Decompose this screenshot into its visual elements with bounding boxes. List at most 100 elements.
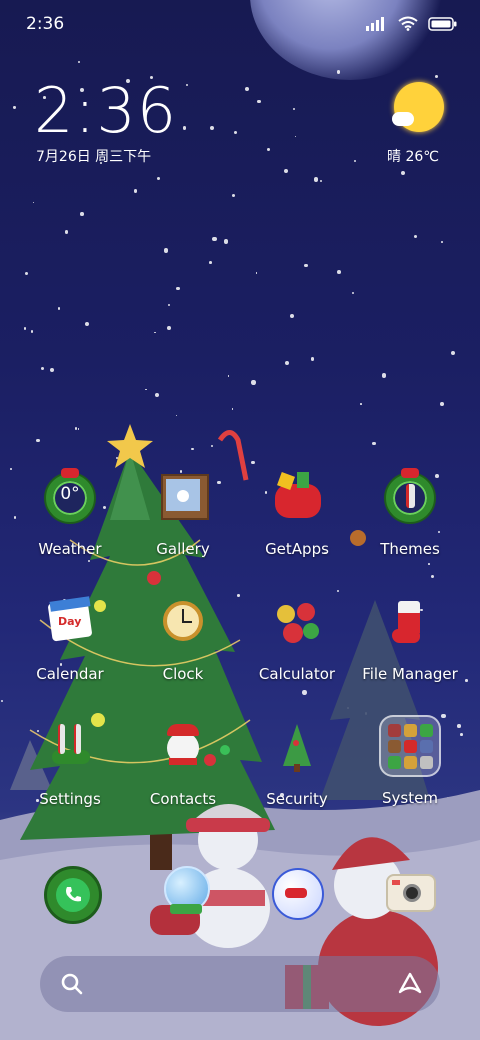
app-themes[interactable]: Themes [355,468,465,586]
ornaments-icon [269,595,325,651]
app-label: Gallery [156,540,210,558]
app-label: Contacts [149,790,217,808]
snowflake [434,74,439,78]
snowflake [255,272,258,274]
snowflake [212,236,217,242]
snowflake [353,160,356,163]
wifi-icon [398,16,418,31]
snowflake [13,106,16,109]
snowflake [257,99,261,104]
snowflake [64,230,69,234]
weather-widget[interactable]: 晴 26℃ [384,82,454,172]
snowflake [292,107,296,111]
app-label: Themes [380,540,440,558]
phone-wreath-icon [44,866,102,924]
app-security[interactable]: Security [242,720,352,836]
search-bar[interactable] [40,956,440,1012]
snowflake [157,176,161,180]
cellular-signal-icon [366,16,384,31]
snowflake [32,201,35,204]
snowflake [310,357,314,361]
snowflake [24,272,28,276]
snowflake [30,330,34,334]
snowflake [283,168,288,174]
status-bar: 2:36 [0,0,480,50]
app-label: System [382,789,438,807]
snowflake [154,393,160,398]
snowflake [209,260,212,264]
snowflake [182,126,187,130]
snowflake [244,86,250,92]
app-label: Calculator [258,665,336,683]
snowflake [185,84,188,87]
app-gallery[interactable]: Gallery [128,470,238,586]
weather-text: 晴 26℃ [387,149,439,165]
snowflake [319,180,323,183]
snowflake [285,360,290,365]
dock-phone[interactable] [44,866,102,924]
snowflake [451,350,456,355]
app-weather[interactable]: 0° Weather [15,468,125,586]
snowflake [210,125,215,130]
app-contacts[interactable]: Contacts [128,720,238,836]
weather-icon-temp: 0° [60,484,80,504]
snowflake [84,321,89,326]
battery-icon [428,16,457,31]
snowflake [440,241,443,244]
snowflake [352,292,355,295]
snowflake [251,380,256,385]
snowflake [233,130,238,135]
snowflake [24,327,27,330]
app-label: File Manager [362,665,458,683]
christmas-tree-icon [269,720,325,776]
snowflake [227,375,230,377]
weather-wreath-icon: 0° [42,468,98,526]
calendar-icon: Day [42,595,98,651]
clock-widget-time[interactable]: 2:36 [34,74,177,147]
app-settings[interactable]: Settings [15,720,125,836]
snowflake [154,331,156,334]
app-label: Settings [39,790,101,808]
dock-camera[interactable] [386,870,438,916]
app-file-manager[interactable]: File Manager [355,595,465,711]
app-label: GetApps [265,540,329,558]
snowflake [78,60,81,63]
snowflake [145,388,148,391]
clock-widget-date[interactable]: 7月26日 周三下午 [36,146,151,166]
snowflake [382,373,387,378]
app-label: Clock [162,665,204,683]
snowflake [49,367,55,372]
snowflake [231,193,236,198]
snowflake [167,326,172,330]
app-label: Weather [38,540,102,558]
assistant-icon[interactable] [396,970,424,998]
app-label: Security [266,790,328,808]
snowflake [58,307,61,310]
folder-icon [379,715,441,777]
dock-snow-globe[interactable] [162,866,210,916]
snowman-head-icon [155,720,211,776]
app-calculator[interactable]: Calculator [242,595,352,711]
app-getapps[interactable]: GetApps [242,470,352,586]
cloud-icon [392,112,414,126]
snowflake [304,263,308,268]
stocking-icon [382,595,438,651]
status-icons [366,16,458,31]
snowflake [336,270,341,274]
snowflake [294,135,297,138]
snowflake [80,212,84,216]
app-label: Calendar [36,665,104,683]
app-system-folder[interactable]: System [355,715,465,831]
themes-wreath-icon [382,468,438,526]
search-icon[interactable] [60,972,84,996]
home-screen: 2:36 2:36 7月26日 周三下午 晴 26℃ 0° Weather Ga… [0,0,480,1040]
dock-bird-ornament[interactable] [272,868,324,920]
snowflake [176,287,180,291]
snowflake [266,147,270,151]
snowflake [224,239,229,244]
app-clock[interactable]: Clock [128,595,238,711]
snowflake [313,177,319,182]
snowflake [133,189,138,193]
app-calendar[interactable]: Day Calendar [15,595,125,711]
snowflake [336,70,341,74]
